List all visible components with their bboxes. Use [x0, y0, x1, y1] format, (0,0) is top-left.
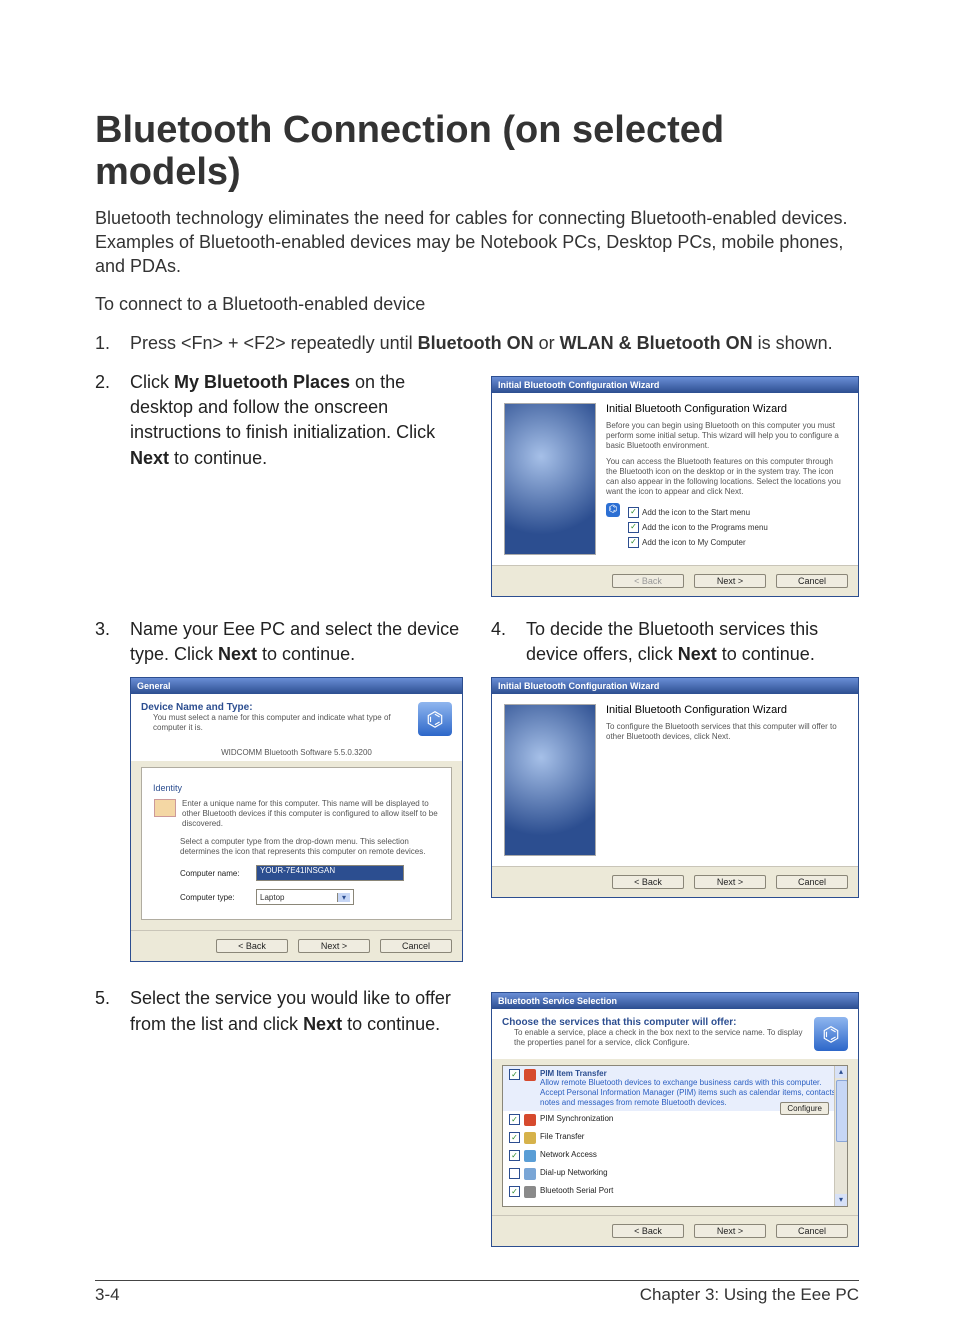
svc-item-label: Network Access [540, 1150, 841, 1159]
svc-titlebar: Bluetooth Service Selection [492, 993, 858, 1009]
wiz1-cb-programs-menu[interactable]: ✓Add the icon to the Programs menu [628, 522, 846, 533]
checkbox-icon[interactable]: ✓ [509, 1132, 520, 1143]
service-icon [524, 1114, 536, 1126]
gen-sub: You must select a name for this computer… [153, 713, 410, 733]
svc-item-label: Dial-up Networking [540, 1168, 841, 1177]
svc-item[interactable]: ✓ Network Access [503, 1147, 847, 1165]
checkbox-icon[interactable]: ✓ [509, 1114, 520, 1125]
svc-cancel-button[interactable]: Cancel [776, 1224, 848, 1238]
svc-listbox[interactable]: Configure ▴ ▾ ✓PIM Item TransferAllow re… [502, 1065, 848, 1207]
checkbox-icon[interactable]: ✓ [509, 1186, 520, 1197]
configure-button[interactable]: Configure [780, 1102, 829, 1115]
svc-item[interactable]: ✓ File Transfer [503, 1129, 847, 1147]
gen-back-button[interactable]: < Back [216, 939, 288, 953]
bluetooth-icon: ⌬ [418, 702, 452, 736]
wiz1-p2: You can access the Bluetooth features on… [606, 457, 846, 497]
chapter-label: Chapter 3: Using the Eee PC [640, 1285, 859, 1305]
gen-cancel-button[interactable]: Cancel [380, 939, 452, 953]
computer-type-select[interactable]: Laptop▾ [256, 889, 354, 905]
svc-scrollbar[interactable]: ▴ ▾ [834, 1066, 847, 1206]
service-icon [524, 1186, 536, 1198]
checkbox-icon[interactable]: ✓ [509, 1150, 520, 1161]
screenshot-wizard-services: Initial Bluetooth Configuration Wizard I… [491, 677, 859, 898]
computer-icon [154, 799, 176, 817]
step-4-text: To decide the Bluetooth services this de… [526, 617, 859, 667]
gen-next-button[interactable]: Next > [298, 939, 370, 953]
screenshot-service-selection: Bluetooth Service Selection Choose the s… [491, 992, 859, 1247]
step-2-number: 2. [95, 370, 130, 471]
gen-headline: Device Name and Type: [141, 702, 410, 713]
gen-desc1: Enter a unique name for this computer. T… [182, 799, 439, 829]
globe-graphic [504, 403, 596, 555]
svc-headline: Choose the services that this computer w… [502, 1017, 806, 1028]
screenshot-general-dialog: General Device Name and Type: You must s… [130, 677, 463, 962]
step-1-number: 1. [95, 331, 130, 356]
step-1-text: Press <Fn> + <F2> repeatedly until Bluet… [130, 331, 859, 356]
scroll-up-icon[interactable]: ▴ [835, 1066, 847, 1078]
gen-titlebar: General [131, 678, 462, 694]
svc-sub: To enable a service, place a check in th… [514, 1028, 806, 1048]
page-number: 3-4 [95, 1285, 120, 1305]
wiz1-titlebar: Initial Bluetooth Configuration Wizard [492, 377, 858, 393]
svc-item-label: Bluetooth Serial Port [540, 1186, 841, 1195]
computer-name-input[interactable]: YOUR-7E41INSGAN [256, 865, 404, 881]
gen-desc2: Select a computer type from the drop-dow… [180, 837, 439, 857]
step-5-number: 5. [95, 986, 130, 1036]
svc-back-button[interactable]: < Back [612, 1224, 684, 1238]
page-title: Bluetooth Connection (on selected models… [95, 110, 859, 194]
checkbox-icon[interactable] [509, 1168, 520, 1179]
step-2-text: Click My Bluetooth Places on the desktop… [130, 370, 463, 471]
step-3-text: Name your Eee PC and select the device t… [130, 617, 463, 667]
wiz2-p1: To configure the Bluetooth services that… [606, 722, 846, 742]
step-4-number: 4. [491, 617, 526, 667]
checkbox-icon[interactable]: ✓ [509, 1069, 520, 1080]
scroll-thumb[interactable] [836, 1080, 848, 1142]
step-5-text: Select the service you would like to off… [130, 986, 463, 1036]
svc-item-label: PIM Synchronization [540, 1114, 841, 1123]
wiz2-titlebar: Initial Bluetooth Configuration Wizard [492, 678, 858, 694]
wiz1-heading: Initial Bluetooth Configuration Wizard [606, 403, 846, 415]
screenshot-wizard-welcome: Initial Bluetooth Configuration Wizard I… [491, 376, 859, 597]
step-3-number: 3. [95, 617, 130, 667]
wiz1-cb-my-computer[interactable]: ✓Add the icon to My Computer [628, 537, 846, 548]
service-icon [524, 1069, 536, 1081]
service-icon [524, 1132, 536, 1144]
wiz1-cb-start-menu[interactable]: ✓Add the icon to the Start menu [628, 507, 846, 518]
chevron-down-icon: ▾ [337, 893, 350, 902]
svc-item[interactable]: ✓ Bluetooth Serial Port [503, 1183, 847, 1201]
svc-next-button[interactable]: Next > [694, 1224, 766, 1238]
service-icon [524, 1168, 536, 1180]
intro-paragraph: Bluetooth technology eliminates the need… [95, 206, 859, 279]
gen-version: WIDCOMM Bluetooth Software 5.5.0.3200 [131, 744, 462, 761]
wiz1-cancel-button[interactable]: Cancel [776, 574, 848, 588]
svc-item-label: File Transfer [540, 1132, 841, 1141]
wiz1-next-button[interactable]: Next > [694, 574, 766, 588]
wiz1-back-button: < Back [612, 574, 684, 588]
wiz2-next-button[interactable]: Next > [694, 875, 766, 889]
lead-line: To connect to a Bluetooth-enabled device [95, 292, 859, 316]
wiz2-heading: Initial Bluetooth Configuration Wizard [606, 704, 846, 716]
gen-type-label: Computer type: [180, 893, 250, 902]
gen-name-label: Computer name: [180, 869, 250, 878]
scroll-down-icon[interactable]: ▾ [835, 1194, 847, 1206]
wiz1-p1: Before you can begin using Bluetooth on … [606, 421, 846, 451]
wiz2-cancel-button[interactable]: Cancel [776, 875, 848, 889]
gen-group-label: Identity [150, 783, 185, 793]
globe-graphic [504, 704, 596, 856]
service-icon [524, 1150, 536, 1162]
svc-item[interactable]: Dial-up Networking [503, 1165, 847, 1183]
bluetooth-icon: ⌬ [606, 503, 620, 517]
bluetooth-icon: ⌬ [814, 1017, 848, 1051]
wiz2-back-button[interactable]: < Back [612, 875, 684, 889]
